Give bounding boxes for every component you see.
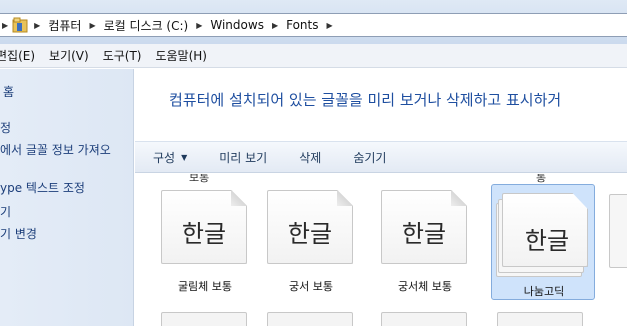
font-sample: 한글	[524, 227, 570, 255]
font-tile[interactable]: 한글 궁서체 보통	[373, 182, 477, 298]
font-file-icon[interactable]	[267, 312, 353, 326]
main-panel: 컴퓨터에 설치되어 있는 글꼴을 미리 보거나 삭제하고 표시하거 구성 ▼ 미…	[135, 69, 627, 326]
font-sample: 한글	[181, 220, 227, 248]
chevron-right-icon[interactable]: ▶	[272, 21, 278, 30]
font-sample: 한글	[401, 220, 447, 248]
font-name: 굴림체 보통	[177, 280, 233, 293]
font-sample: 한글	[287, 220, 333, 248]
breadcrumb: ▶ 컴퓨터 ▶ 로컬 디스크 (C:) ▶ Windows ▶ Fonts ▶	[34, 17, 341, 34]
font-name: 나눔고딕	[523, 285, 565, 298]
preview-button[interactable]: 미리 보기	[219, 149, 267, 166]
nav-link-home[interactable]: 홈	[3, 83, 14, 100]
delete-button[interactable]: 삭제	[299, 149, 321, 166]
font-file-icon[interactable]	[609, 194, 627, 268]
font-tile[interactable]: 한글 굴림체 보통	[153, 182, 257, 298]
page-fold	[337, 190, 353, 206]
chevron-right-icon[interactable]: ▶	[196, 21, 202, 30]
font-name: 궁서체 보통	[397, 280, 453, 293]
nav-link-find[interactable]: 기	[0, 203, 11, 220]
chevron-right-icon[interactable]: ▶	[89, 21, 95, 30]
nav-link-settings[interactable]: 정	[0, 119, 11, 136]
breadcrumb-fonts[interactable]: Fonts	[286, 18, 318, 32]
address-field[interactable]: ▶ ▶ 컴퓨터 ▶ 로컬 디스크 (C:) ▶ Windows ▶ Fonts …	[0, 13, 627, 37]
font-tile-selected[interactable]: 한글 나눔고딕	[491, 184, 595, 300]
menu-view[interactable]: 보기(V)	[49, 47, 89, 64]
address-bar: ▶ ▶ 컴퓨터 ▶ 로컬 디스크 (C:) ▶ Windows ▶ Fonts …	[0, 0, 627, 44]
nav-link-get-font-info[interactable]: 에서 글꼴 정보 가져오	[0, 141, 111, 158]
font-file-icon[interactable]	[497, 312, 583, 326]
page-fold	[231, 190, 247, 206]
breadcrumb-windows[interactable]: Windows	[210, 18, 264, 32]
font-name: 궁서 보통	[289, 280, 333, 293]
organize-button[interactable]: 구성 ▼	[153, 149, 187, 166]
chevron-right-icon[interactable]: ▶	[34, 21, 40, 30]
menu-tools[interactable]: 도구(T)	[103, 47, 142, 64]
caret-down-icon: ▼	[181, 152, 188, 162]
navigation-pane: 홈 정 에서 글꼴 정보 가져오 ype 텍스트 조정 기 기 변경	[0, 69, 134, 326]
page-description: 컴퓨터에 설치되어 있는 글꼴을 미리 보거나 삭제하고 표시하거	[169, 91, 562, 109]
chevron-right-icon[interactable]: ▶	[327, 21, 333, 30]
folder-icon	[12, 17, 28, 33]
font-tile[interactable]: 한글 궁서 보통	[259, 182, 363, 298]
page-fold	[451, 190, 467, 206]
menu-help[interactable]: 도움말(H)	[155, 47, 207, 64]
organize-label: 구성	[153, 150, 176, 165]
font-file-icon[interactable]	[161, 312, 247, 326]
hide-button[interactable]: 숨기기	[353, 149, 386, 166]
nav-link-change-settings[interactable]: 기 변경	[0, 225, 37, 242]
font-list: 보통 통 한글 굴림체 보통 한글 궁서 보통 한글 궁서체 보통 한글 나눔고…	[135, 174, 627, 326]
command-bar: 구성 ▼ 미리 보기 삭제 숨기기	[135, 141, 627, 173]
menu-edit[interactable]: 편집(E)	[0, 47, 35, 64]
nav-link-cleartype[interactable]: ype 텍스트 조정	[0, 179, 85, 196]
breadcrumb-computer[interactable]: 컴퓨터	[48, 17, 81, 34]
menu-bar: 편집(E) 보기(V) 도구(T) 도움말(H)	[0, 44, 627, 68]
font-file-icon[interactable]	[381, 312, 467, 326]
breadcrumb-local-disk[interactable]: 로컬 디스크 (C:)	[104, 17, 189, 34]
chevron-right-icon[interactable]: ▶	[2, 21, 8, 30]
